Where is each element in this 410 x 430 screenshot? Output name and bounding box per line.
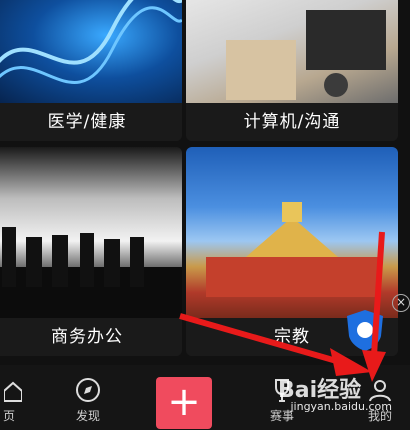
red-arrows <box>179 231 386 382</box>
arrow-down-icon <box>362 231 386 382</box>
arrow-right-icon <box>179 313 372 376</box>
